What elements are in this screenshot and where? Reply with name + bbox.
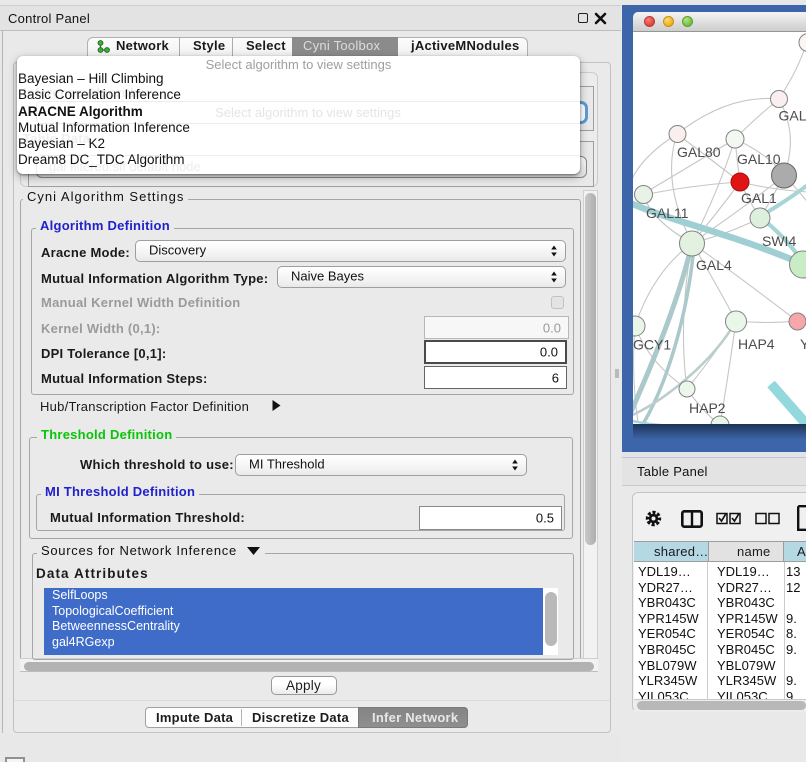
svg-text:GAL10: GAL10 [737, 151, 781, 167]
svg-text:SWI4: SWI4 [762, 233, 796, 249]
svg-text:GAL4: GAL4 [696, 257, 732, 273]
svg-text:GCY1: GCY1 [633, 337, 671, 353]
svg-text:Y: Y [800, 336, 806, 352]
svg-text:GAL1: GAL1 [741, 190, 777, 206]
svg-text:HAP4: HAP4 [738, 336, 775, 352]
svg-text:GAL7: GAL7 [779, 108, 806, 124]
svg-text:GAL80: GAL80 [677, 144, 721, 160]
svg-text:HAP2: HAP2 [689, 400, 726, 416]
svg-text:GAL11: GAL11 [646, 205, 689, 221]
